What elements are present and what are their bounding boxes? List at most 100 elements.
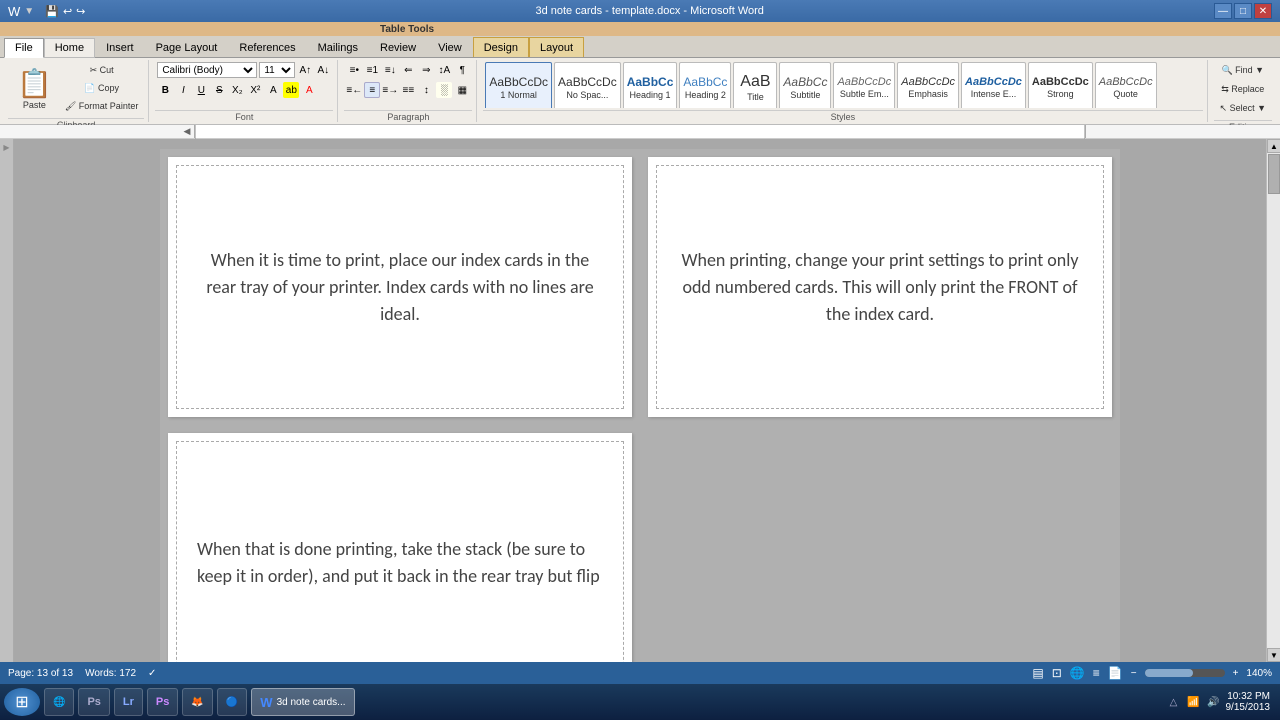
font-grow-button[interactable]: A↑ xyxy=(297,62,313,78)
bold-button[interactable]: B xyxy=(157,82,173,98)
close-button[interactable]: ✕ xyxy=(1254,3,1272,19)
tab-page-layout[interactable]: Page Layout xyxy=(145,37,229,57)
increase-indent-button[interactable]: ⇒ xyxy=(418,62,434,78)
tab-insert[interactable]: Insert xyxy=(95,37,145,57)
format-painter-button[interactable]: 🖌 Format Painter xyxy=(61,98,142,114)
scroll-up-button[interactable]: ▲ xyxy=(1267,139,1280,153)
taskbar-word[interactable]: W 3d note cards... xyxy=(251,688,354,716)
align-right-button[interactable]: ≡→ xyxy=(382,82,398,98)
sort-button[interactable]: ↕A xyxy=(436,62,452,78)
scroll-down-button[interactable]: ▼ xyxy=(1267,648,1280,662)
align-left-button[interactable]: ≡← xyxy=(346,82,362,98)
zoom-in-button[interactable]: + xyxy=(1233,668,1239,679)
font-shrink-button[interactable]: A↓ xyxy=(315,62,331,78)
style-heading2[interactable]: AaBbCc Heading 2 xyxy=(679,62,731,108)
section-break-indicator[interactable]: ▶ xyxy=(3,143,9,152)
style-normal[interactable]: AaBbCcDc 1 Normal xyxy=(485,62,552,108)
style-quote[interactable]: AaBbCcDc Quote xyxy=(1095,62,1157,108)
font-size-select[interactable]: 11 12 14 18 xyxy=(259,62,295,78)
copy-button[interactable]: 📄 Copy xyxy=(61,80,142,96)
text-effects-button[interactable]: A xyxy=(265,82,281,98)
style-no-spacing[interactable]: AaBbCcDc No Spac... xyxy=(554,62,621,108)
style-emphasis[interactable]: AaBbCcDc Emphasis xyxy=(897,62,959,108)
page-indicator[interactable]: Page: 13 of 13 xyxy=(8,668,73,679)
tab-references[interactable]: References xyxy=(228,37,306,57)
font-family-select[interactable]: Calibri (Body) xyxy=(157,62,257,78)
style-emphasis-preview: AaBbCcDc xyxy=(901,76,955,88)
select-button[interactable]: ↖ Select ▼ xyxy=(1216,100,1270,116)
tray-icon-sound[interactable]: 🔊 xyxy=(1206,694,1222,710)
style-strong[interactable]: AaBbCcDc Strong xyxy=(1028,62,1093,108)
highlight-button[interactable]: ab xyxy=(283,82,299,98)
card-outer-2[interactable]: When printing, change your print setting… xyxy=(648,157,1112,417)
view-print-icon[interactable]: ▤ xyxy=(1032,666,1043,680)
borders-button[interactable]: ▦ xyxy=(454,82,470,98)
tab-home[interactable]: Home xyxy=(44,38,95,58)
taskbar-ps[interactable]: Ps xyxy=(78,688,109,716)
view-web-icon[interactable]: 🌐 xyxy=(1070,666,1085,680)
zoom-slider[interactable] xyxy=(1145,669,1225,677)
taskbar-chrome[interactable]: 🔵 xyxy=(217,688,247,716)
view-fullscreen-icon[interactable]: ⊡ xyxy=(1052,666,1062,680)
taskbar-ps2[interactable]: Ps xyxy=(147,688,178,716)
word-count[interactable]: Words: 172 xyxy=(85,668,136,679)
tab-layout[interactable]: Layout xyxy=(529,37,584,57)
style-intense-e[interactable]: AaBbCcDc Intense E... xyxy=(961,62,1026,108)
numbering-button[interactable]: ≡1 xyxy=(364,62,380,78)
taskbar-firefox[interactable]: 🦊 xyxy=(182,688,212,716)
card-row-2: When that is done printing, take the sta… xyxy=(160,425,1120,662)
justify-button[interactable]: ≡≡ xyxy=(400,82,416,98)
underline-button[interactable]: U xyxy=(193,82,209,98)
ruler-toggle[interactable]: ◀ xyxy=(180,126,194,137)
tray-icon-1[interactable]: △ xyxy=(1166,694,1182,710)
zoom-level[interactable]: 140% xyxy=(1246,668,1272,679)
paste-button[interactable]: 📋 Paste xyxy=(10,63,59,113)
quick-access-redo[interactable]: ↪ xyxy=(76,5,85,18)
card-outer-3[interactable]: When that is done printing, take the sta… xyxy=(168,433,632,662)
find-button[interactable]: 🔍 Find ▼ xyxy=(1217,62,1268,78)
show-formatting-button[interactable]: ¶ xyxy=(454,62,470,78)
decrease-indent-button[interactable]: ⇐ xyxy=(400,62,416,78)
line-spacing-button[interactable]: ↕ xyxy=(418,82,434,98)
style-heading1[interactable]: AaBbCc Heading 1 xyxy=(623,62,678,108)
tab-file[interactable]: File xyxy=(4,38,44,58)
strikethrough-button[interactable]: S xyxy=(211,82,227,98)
style-title[interactable]: AaB Title xyxy=(733,62,777,108)
align-center-button[interactable]: ≡ xyxy=(364,82,380,98)
tab-mailings[interactable]: Mailings xyxy=(307,37,369,57)
card-text-3[interactable]: When that is done printing, take the sta… xyxy=(197,536,603,590)
view-outline-icon[interactable]: ≡ xyxy=(1093,666,1100,680)
replace-button[interactable]: ⇆ Replace xyxy=(1217,81,1268,97)
superscript-button[interactable]: X² xyxy=(247,82,263,98)
bullets-button[interactable]: ≡• xyxy=(346,62,362,78)
tab-view[interactable]: View xyxy=(427,37,473,57)
cut-button[interactable]: ✂ Cut xyxy=(61,62,142,78)
maximize-button[interactable]: □ xyxy=(1234,3,1252,19)
view-draft-icon[interactable]: 📄 xyxy=(1108,666,1123,680)
paragraph-bottom-row: ≡← ≡ ≡→ ≡≡ ↕ ░ ▦ xyxy=(346,82,470,98)
start-button[interactable]: ⊞ xyxy=(4,688,40,716)
shading-button[interactable]: ░ xyxy=(436,82,452,98)
card-outer-1[interactable]: When it is time to print, place our inde… xyxy=(168,157,632,417)
tab-review[interactable]: Review xyxy=(369,37,427,57)
tab-design[interactable]: Design xyxy=(473,37,529,57)
multilevel-button[interactable]: ≡↓ xyxy=(382,62,398,78)
card-text-1[interactable]: When it is time to print, place our inde… xyxy=(197,247,603,328)
zoom-out-button[interactable]: − xyxy=(1131,668,1137,679)
italic-button[interactable]: I xyxy=(175,82,191,98)
style-subtitle[interactable]: AaBbCc Subtitle xyxy=(779,62,831,108)
quick-access-save[interactable]: 💾 xyxy=(45,5,59,18)
subscript-button[interactable]: X₂ xyxy=(229,82,245,98)
card-text-2[interactable]: When printing, change your print setting… xyxy=(677,247,1083,328)
font-color-button[interactable]: A xyxy=(301,82,317,98)
scroll-thumb[interactable] xyxy=(1268,154,1280,194)
tray-icon-network[interactable]: 📶 xyxy=(1186,694,1202,710)
taskbar-ie[interactable]: 🌐 xyxy=(44,688,74,716)
spell-check-icon[interactable]: ✓ xyxy=(148,668,156,679)
style-subtle-em[interactable]: AaBbCcDc Subtle Em... xyxy=(833,62,895,108)
quick-access-undo[interactable]: ↩ xyxy=(63,5,72,18)
system-clock[interactable]: 10:32 PM 9/15/2013 xyxy=(1226,691,1271,713)
minimize-button[interactable]: — xyxy=(1214,3,1232,19)
taskbar-lr[interactable]: Lr xyxy=(114,688,143,716)
scroll-track[interactable] xyxy=(1267,153,1280,648)
